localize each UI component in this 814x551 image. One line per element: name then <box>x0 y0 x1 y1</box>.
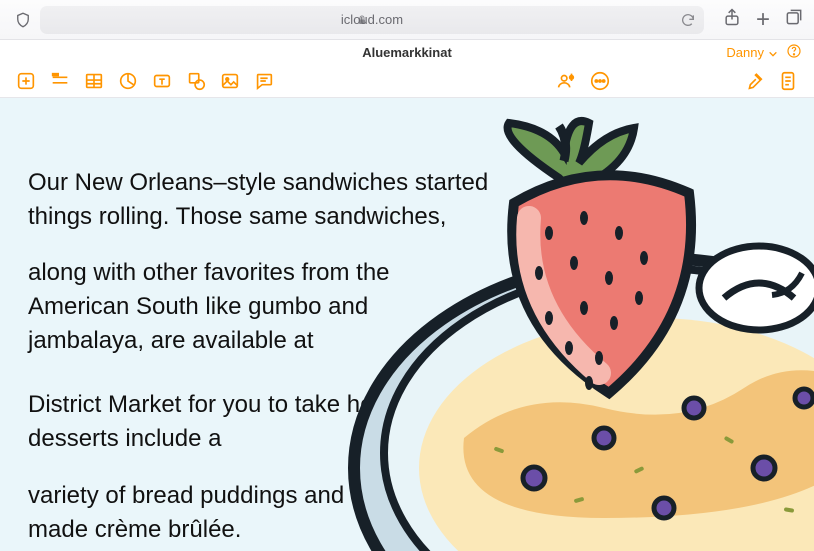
shape-icon[interactable] <box>184 69 208 93</box>
document-settings-icon[interactable] <box>776 69 800 93</box>
app-header: Aluemarkkinat Danny <box>0 40 814 64</box>
format-brush-icon[interactable] <box>742 69 766 93</box>
text-box-icon[interactable] <box>150 69 174 93</box>
document-title: Aluemarkkinat <box>362 45 452 60</box>
document-canvas[interactable]: Our New Orleans–style sandwiches started… <box>0 98 814 551</box>
chart-icon[interactable] <box>116 69 140 93</box>
dessert-illustration <box>334 98 814 551</box>
user-menu[interactable]: Danny <box>726 45 778 60</box>
share-icon[interactable] <box>722 7 742 32</box>
media-icon[interactable] <box>218 69 242 93</box>
chevron-down-icon <box>768 47 778 57</box>
privacy-shield-icon[interactable] <box>14 11 32 29</box>
reload-icon[interactable] <box>680 12 696 28</box>
add-button-icon[interactable] <box>14 69 38 93</box>
browser-chrome: icloud.com + <box>0 0 814 40</box>
toolbar <box>0 64 814 98</box>
comment-icon[interactable] <box>252 69 276 93</box>
collaborate-icon[interactable] <box>554 69 578 93</box>
url-text: icloud.com <box>341 12 403 27</box>
tabs-icon[interactable] <box>784 7 804 32</box>
table-icon[interactable] <box>82 69 106 93</box>
address-bar[interactable]: icloud.com <box>40 6 704 34</box>
paragraph-style-icon[interactable] <box>48 69 72 93</box>
more-icon[interactable] <box>588 69 612 93</box>
new-tab-icon[interactable]: + <box>756 8 770 32</box>
help-icon[interactable] <box>786 43 802 62</box>
user-name: Danny <box>726 45 764 60</box>
browser-actions: + <box>712 7 804 32</box>
